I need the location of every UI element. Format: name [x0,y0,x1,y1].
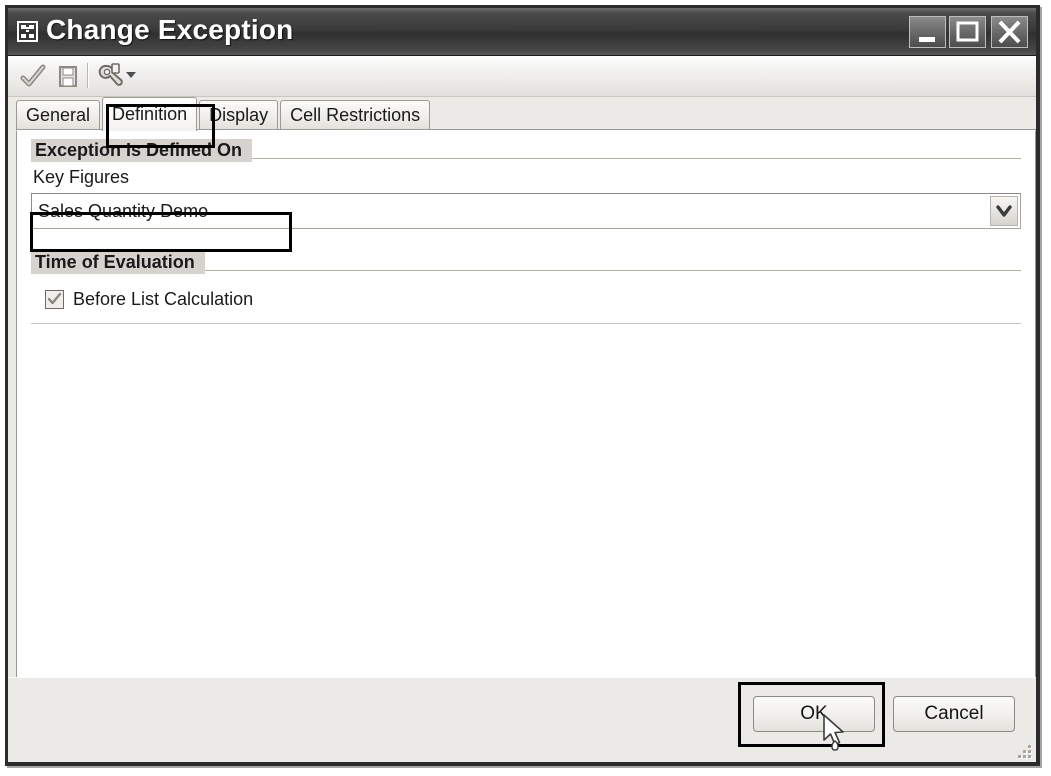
toolbar [8,56,1036,97]
resize-grip-icon[interactable] [1015,742,1031,758]
title-bar[interactable]: Change Exception [8,8,1036,56]
checkbox-checked-icon[interactable] [45,290,64,309]
window-title: Change Exception [46,14,294,45]
change-exception-dialog: Change Exception General Definition Disp… [5,5,1040,766]
chevron-down-icon[interactable] [990,196,1018,226]
group-header: Time of Evaluation [31,251,1021,275]
group-bottom-rule [31,323,1021,327]
maximize-button[interactable] [949,16,986,48]
toolbar-separator [87,63,89,88]
group-title: Exception Is Defined On [31,139,253,162]
group-title: Time of Evaluation [31,251,205,274]
tab-strip: General Definition Display Cell Restrict… [8,97,1036,131]
key-figures-label: Key Figures [33,167,130,187]
tab-definition[interactable]: Definition [102,97,198,131]
dialog-footer: OK Cancel [8,677,1036,762]
key-figures-value: Sales Quantity Demo [38,201,209,221]
chevron-down-icon[interactable] [126,72,136,78]
group-time-of-evaluation: Time of Evaluation Before List Calculati… [31,251,1021,327]
minimize-button[interactable] [909,16,946,48]
tab-panel-definition: Exception Is Defined On Key Figures Sale… [16,130,1036,708]
hierarchy-icon [17,21,38,42]
save-icon[interactable] [53,61,83,91]
before-list-calculation-label: Before List Calculation [73,289,254,309]
group-header: Exception Is Defined On [31,139,1021,163]
close-icon[interactable] [991,16,1028,48]
tab-display[interactable]: Display [199,100,279,130]
tools-wrench-icon[interactable] [94,61,124,91]
ok-button[interactable]: OK [753,696,875,732]
key-figures-combobox[interactable]: Sales Quantity Demo [31,193,1021,229]
cancel-button[interactable]: Cancel [893,696,1015,732]
tab-general[interactable]: General [16,100,101,130]
check-apply-icon[interactable] [18,61,48,91]
tab-cell-restrictions[interactable]: Cell Restrictions [280,100,431,130]
